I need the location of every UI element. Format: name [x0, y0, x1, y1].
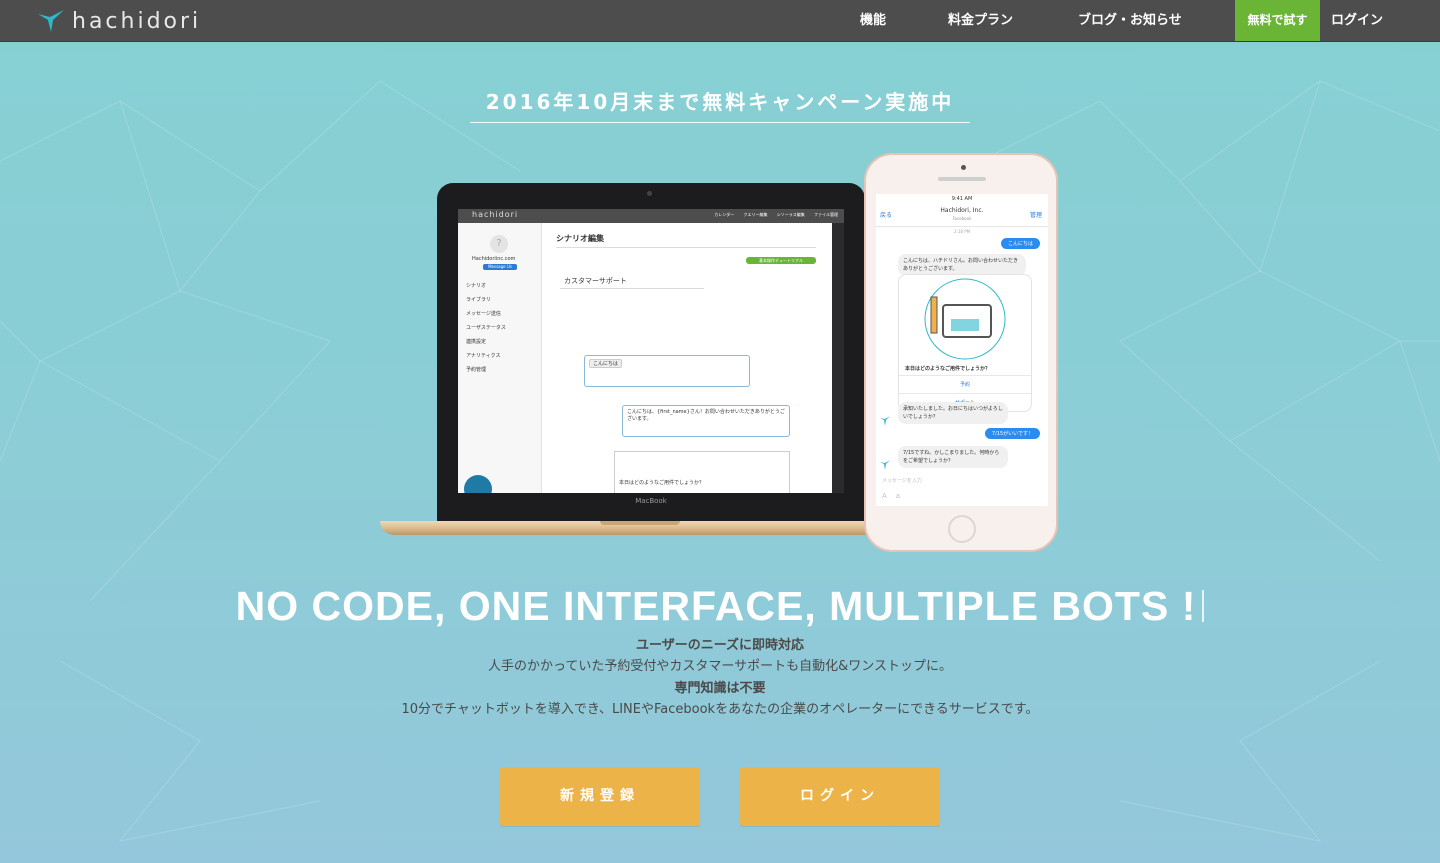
nav-pricing[interactable]: 料金プラン — [948, 0, 1013, 41]
card-option: 予約 — [899, 375, 1031, 394]
headline-text: NO CODE, ONE INTERFACE, MULTIPLE BOTS ! — [235, 583, 1197, 629]
mini-menu-item: シナリオ — [466, 283, 487, 289]
bot-bubble: 7/15ですね。かしこまりました。何時からをご希望でしょうか？ — [898, 446, 1008, 468]
signup-button[interactable]: 新規登録 — [500, 767, 700, 826]
mini-chat-icon — [464, 475, 492, 493]
user-bubble: こんにちは — [1000, 238, 1040, 249]
avatar: ? — [490, 235, 508, 253]
mini-sidebar: ? Hachidoriinc.com Message Us シナリオ ライブラリ… — [458, 223, 542, 493]
mini-scenario-name: カスタマーサポート — [560, 275, 704, 289]
mini-bot-reply-box: こんにちは、{first_name}さん！お問い合わせいただきありがとうございま… — [622, 405, 790, 437]
timestamp: 2:18 PM — [953, 229, 971, 234]
mini-menu: シナリオ ライブラリ メッセージ送信 ユーザステータス 連携設定 アナリティクス… — [466, 279, 506, 377]
input-icons: Aa — [882, 492, 910, 500]
message-card: 本日はどのようなご用件でしょうか？ 予約 サポート — [898, 274, 1032, 412]
camera-dot — [647, 191, 652, 196]
mini-company: Hachidoriinc.com — [472, 256, 516, 262]
mini-nav-item: シソーラス編集 — [776, 212, 805, 217]
description-2: 10分でチャットボットを導入でき、LINEやFacebookをあなたの企業のオペ… — [401, 702, 1039, 717]
mini-menu-item: 予約管理 — [466, 367, 487, 373]
bot-bubble: 承知いたしました。お日にちはいつがよろしいでしょうか？ — [898, 402, 1008, 424]
manage-link: 管理 — [1029, 212, 1042, 219]
mini-nav-item: クエリー編集 — [743, 212, 768, 217]
top-nav: hachidori 機能 料金プラン ブログ・お知らせ 無料で試す ログイン — [0, 0, 1440, 42]
mini-nav-items: カレンダー クエリー編集 シソーラス編集 ファイル管理 — [706, 212, 838, 218]
laptop-label: MacBook — [635, 497, 667, 505]
mini-logo: hachidori — [472, 210, 519, 219]
page-sub: Facebook — [952, 216, 972, 221]
page-name: Hachidori, Inc. — [940, 207, 984, 214]
description-1: 人手のかかっていた予約受付やカスタマーサポートも自動化&ワンストップに。 — [488, 659, 952, 674]
phone-speaker — [938, 177, 986, 181]
message-input: メッセージを入力 — [882, 478, 922, 484]
mini-toolbar — [832, 223, 844, 493]
phone-screen: 9:41 AM 戻る Hachidori, Inc. Facebook 管理 2… — [876, 194, 1048, 506]
mini-message-button: Message Us — [483, 264, 517, 270]
mini-tutorial-button: 基本操作チュートリアル — [746, 257, 816, 264]
phone-camera — [961, 165, 966, 170]
mini-user-tag: こんにちは — [589, 359, 623, 368]
mini-nav: hachidori カレンダー クエリー編集 シソーラス編集 ファイル管理 — [458, 209, 844, 223]
mini-nav-item: ファイル管理 — [814, 212, 838, 217]
mini-page-title: シナリオ編集 — [556, 234, 604, 243]
divider — [556, 247, 816, 248]
mini-nav-item: カレンダー — [714, 212, 735, 217]
mini-menu-item: アナリティクス — [466, 353, 501, 359]
card-illustration — [924, 278, 1006, 360]
logo-text: hachidori — [72, 8, 202, 34]
free-trial-button[interactable]: 無料で試す — [1235, 0, 1320, 41]
messenger-header: 戻る Hachidori, Inc. Facebook 管理 — [876, 204, 1048, 227]
nav-login[interactable]: ログイン — [1331, 0, 1383, 41]
user-bubble: 7/15がいいです！ — [984, 428, 1040, 439]
bot-avatar-icon — [880, 416, 890, 426]
home-button — [948, 515, 976, 543]
bot-bubble: こんにちは、ハチドリさん。お問い合わせいただきありがとうございます。 — [898, 254, 1026, 276]
logo[interactable]: hachidori — [36, 6, 201, 36]
nav-features[interactable]: 機能 — [860, 0, 886, 41]
bot-avatar-icon — [880, 460, 890, 470]
headline: NO CODE, ONE INTERFACE, MULTIPLE BOTS ! — [0, 583, 1440, 630]
mini-menu-item: 連携設定 — [466, 339, 487, 345]
hummingbird-icon — [38, 10, 64, 32]
mini-menu-item: ユーザステータス — [466, 325, 506, 331]
mini-question: 本日はどのようなご用件でしょうか？ — [619, 480, 705, 486]
phone-mockup: 9:41 AM 戻る Hachidori, Inc. Facebook 管理 2… — [864, 153, 1058, 552]
card-question: 本日はどのようなご用件でしょうか？ — [905, 366, 991, 372]
campaign-banner: 2016年10月末まで無料キャンペーン実施中 — [470, 86, 970, 123]
status-bar: 9:41 AM — [951, 196, 973, 202]
typing-cursor — [1202, 590, 1205, 622]
laptop-screen: hachidori カレンダー クエリー編集 シソーラス編集 ファイル管理 ? … — [458, 209, 844, 493]
mini-menu-item: メッセージ送信 — [466, 311, 501, 317]
tagline-2: 専門知識は不要 — [674, 681, 766, 696]
nav-blog[interactable]: ブログ・お知らせ — [1078, 0, 1182, 41]
mini-user-input-box: こんにちは — [584, 355, 750, 387]
laptop-mockup: hachidori カレンダー クエリー編集 シソーラス編集 ファイル管理 ? … — [437, 183, 865, 521]
mini-menu-item: ライブラリ — [466, 297, 492, 303]
tagline-1: ユーザーのニーズに即時対応 — [635, 638, 805, 653]
mini-main: シナリオ編集 基本操作チュートリアル カスタマーサポート こんにちは こんにちは… — [542, 223, 832, 493]
laptop-notch — [600, 521, 680, 525]
login-button[interactable]: ログイン — [740, 767, 940, 826]
mini-question-card: 本日はどのようなご用件でしょうか？ — [614, 451, 790, 493]
